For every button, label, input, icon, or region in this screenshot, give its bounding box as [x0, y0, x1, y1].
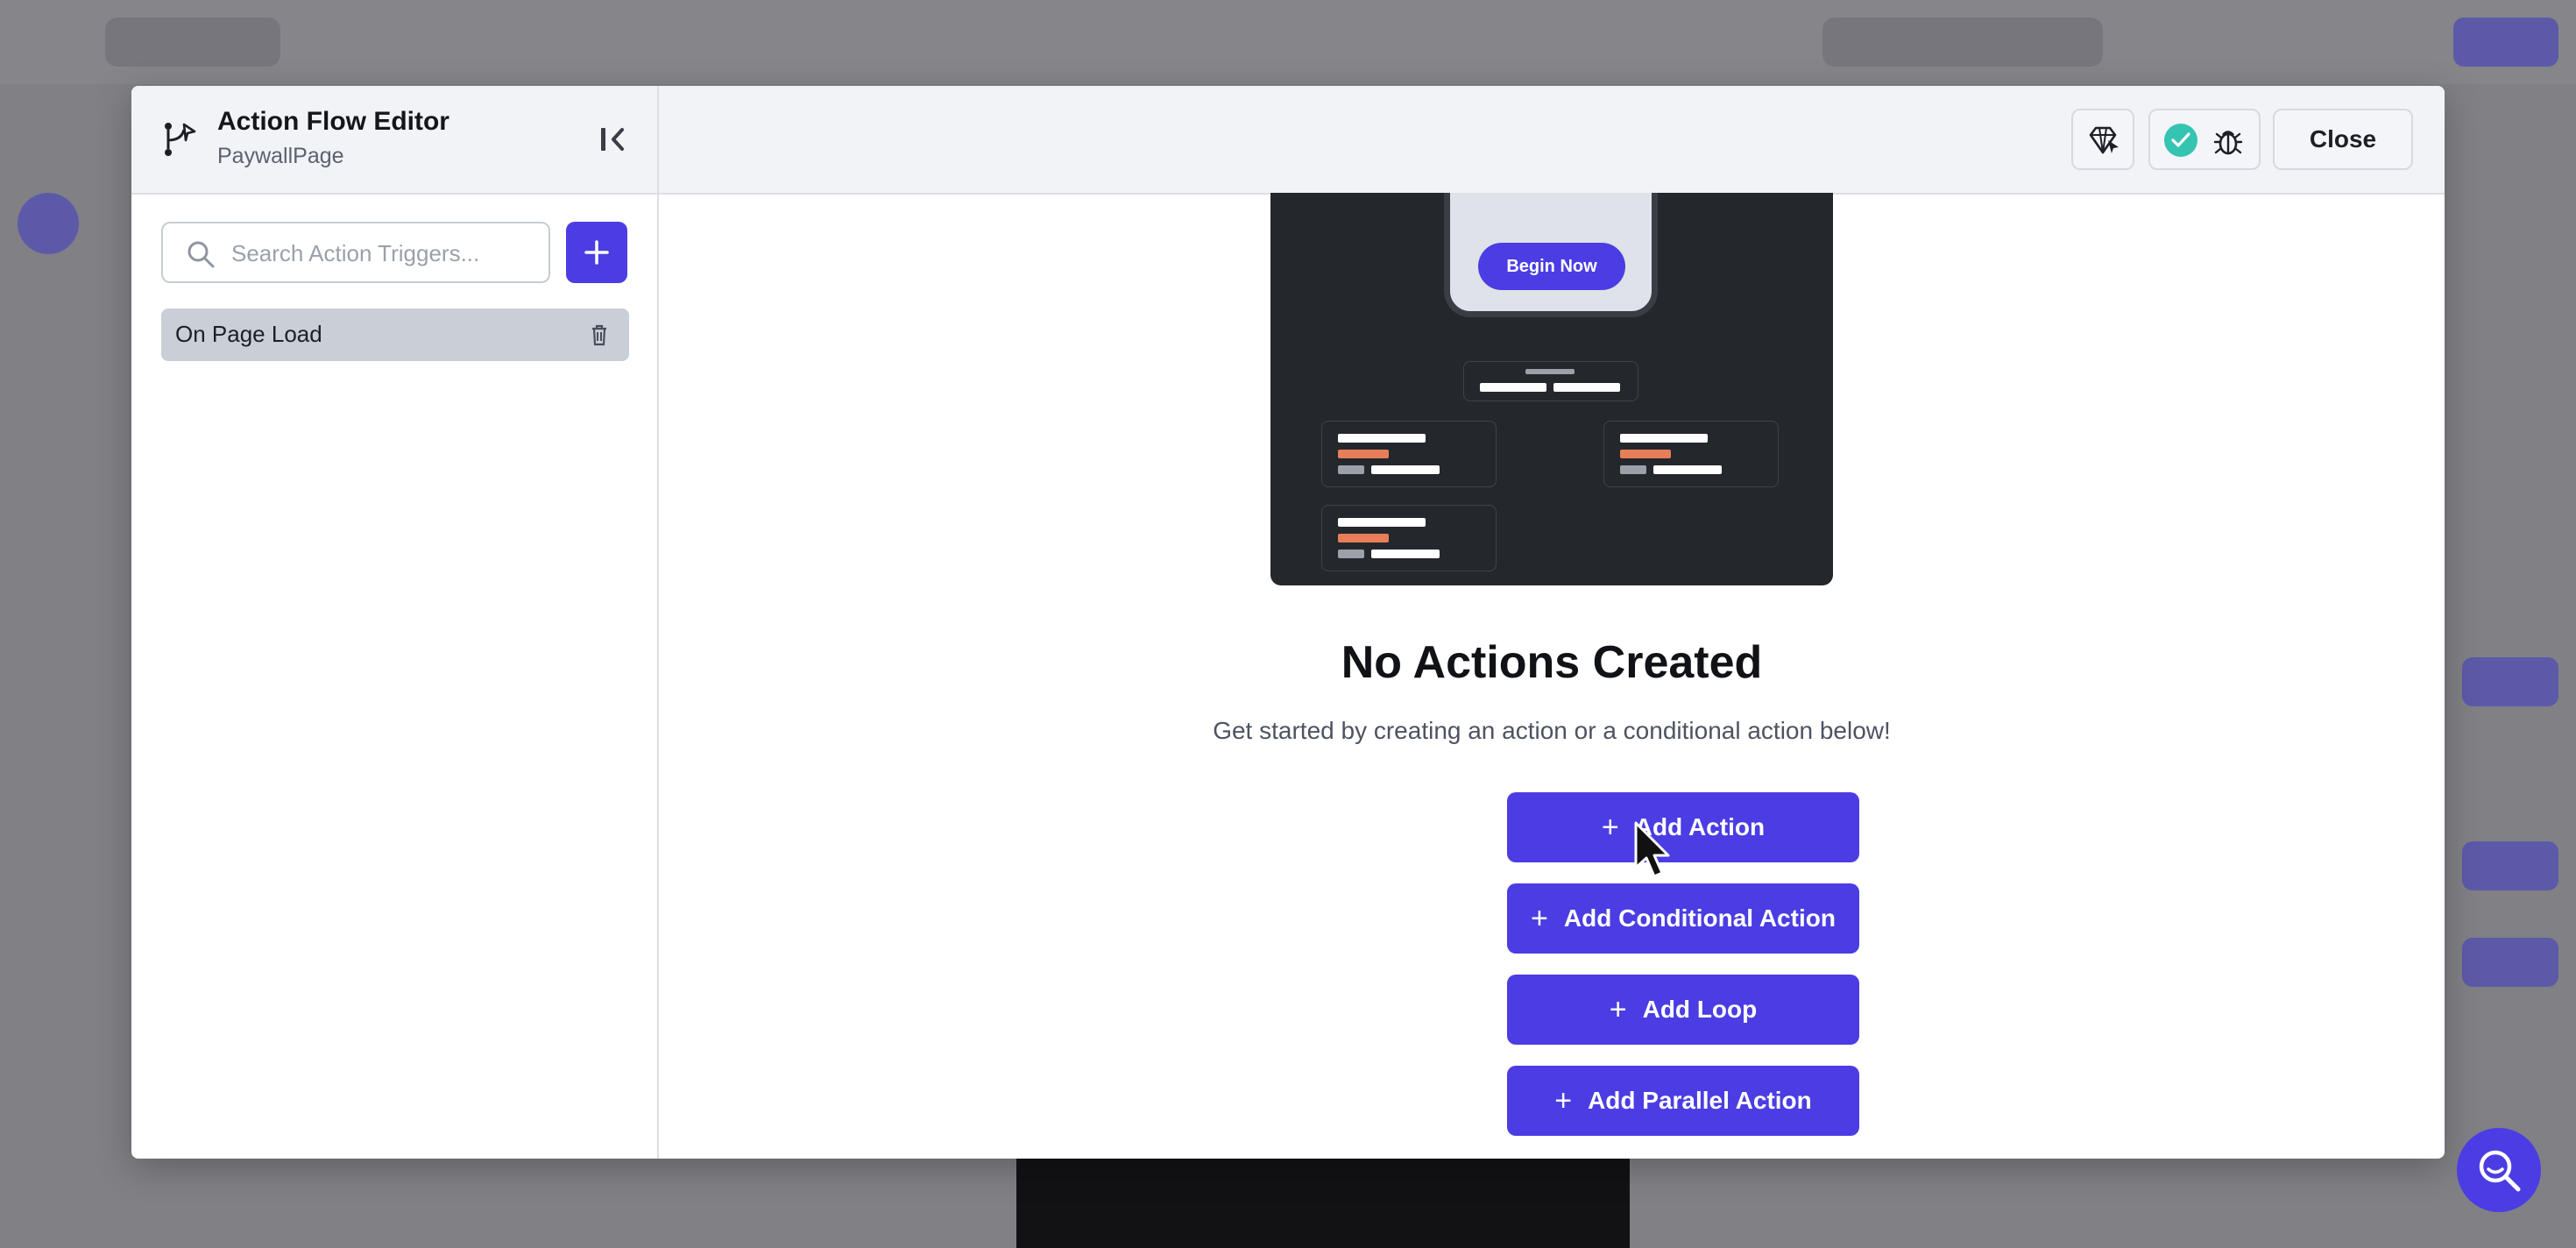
background-toolbar	[1822, 18, 2103, 67]
add-loop-button[interactable]: + Add Loop	[1507, 975, 1859, 1045]
empty-state-illustration: Begin Now	[1270, 193, 1833, 585]
empty-state-subtitle: Get started by creating an action or a c…	[1213, 717, 1891, 744]
background-button	[2453, 18, 2558, 67]
plus-icon: +	[1601, 811, 1619, 844]
collapse-sidebar-icon[interactable]	[596, 121, 633, 158]
empty-state-title: No Actions Created	[1341, 637, 1763, 688]
trash-icon[interactable]	[585, 321, 613, 349]
diamond-icon	[2089, 126, 2119, 154]
plus-icon: +	[1554, 1084, 1573, 1117]
bug-icon	[2213, 131, 2243, 155]
action-canvas: Close Begin Now No Actions Created Get s…	[659, 86, 2445, 1159]
search-icon	[188, 241, 215, 268]
begin-now-label: Begin Now	[1478, 243, 1625, 290]
flow-node	[1463, 361, 1638, 401]
add-trigger-button[interactable]	[566, 222, 627, 283]
search-triggers	[161, 222, 550, 283]
background-button	[2462, 841, 2558, 890]
plus-icon	[584, 240, 609, 265]
close-button[interactable]: Close	[2273, 109, 2413, 170]
background-avatar	[18, 193, 79, 254]
background-toolbar	[105, 18, 280, 67]
add-conditional-action-label: Add Conditional Action	[1563, 904, 1836, 932]
close-label: Close	[2309, 125, 2377, 152]
search-input[interactable]	[230, 223, 540, 283]
action-flow-icon	[165, 123, 196, 156]
phone-mockup: Begin Now	[1444, 193, 1658, 317]
triggers-sidebar: Action Flow Editor PaywallPage On Page L…	[131, 86, 659, 1159]
page-name: PaywallPage	[217, 144, 344, 168]
add-loop-label: Add Loop	[1642, 996, 1758, 1023]
flow-node	[1321, 421, 1497, 487]
background-topbar	[0, 0, 2576, 84]
trigger-label: On Page Load	[175, 321, 322, 347]
add-parallel-action-button[interactable]: + Add Parallel Action	[1507, 1066, 1859, 1136]
help-search-button[interactable]	[2457, 1128, 2541, 1212]
editor-header: Action Flow Editor PaywallPage	[131, 86, 657, 195]
canvas-header: Close	[659, 86, 2445, 195]
trigger-item-on-page-load[interactable]: On Page Load	[161, 308, 629, 361]
validation-status-button[interactable]	[2148, 109, 2261, 170]
background-button	[2462, 938, 2558, 987]
add-action-button[interactable]: + Add Action	[1507, 792, 1859, 862]
flow-node	[1321, 505, 1497, 571]
editor-title: Action Flow Editor	[217, 107, 449, 136]
flow-node	[1603, 421, 1779, 487]
check-circle-icon	[2164, 124, 2197, 157]
add-conditional-action-button[interactable]: + Add Conditional Action	[1507, 883, 1859, 954]
diamond-cursor-button[interactable]	[2071, 109, 2134, 170]
action-flow-editor-modal: Action Flow Editor PaywallPage On Page L…	[131, 86, 2445, 1159]
background-canvas	[1016, 1159, 1630, 1248]
background-button	[2462, 657, 2558, 706]
mouse-cursor-icon	[1634, 821, 1670, 878]
plus-icon: +	[1531, 902, 1548, 935]
magnifier-icon	[2479, 1150, 2521, 1192]
plus-icon: +	[1609, 993, 1627, 1026]
add-parallel-action-label: Add Parallel Action	[1588, 1087, 1812, 1114]
